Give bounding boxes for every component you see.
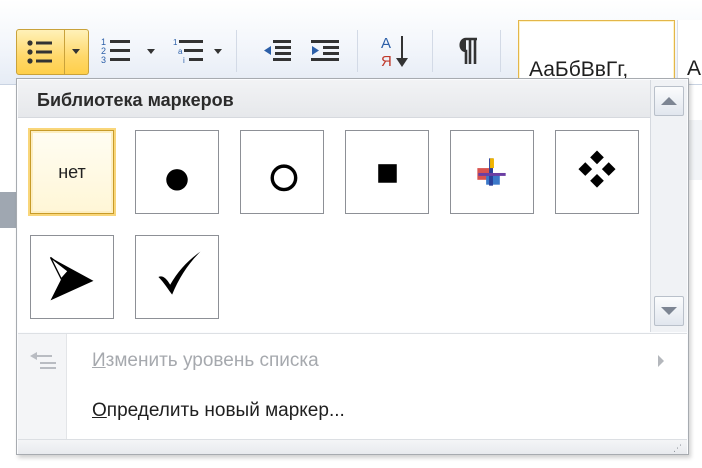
numbering-icon[interactable]: 1 2 3 <box>98 32 134 70</box>
bullet-library-dropdown: Библиотека маркеров нет Изменить уровень… <box>16 78 689 455</box>
numbering-dropdown-arrow[interactable] <box>147 49 155 54</box>
chevron-up-icon <box>661 97 677 105</box>
resize-grip-bar[interactable]: ⋰ <box>18 439 687 454</box>
styles-gallery-next[interactable]: А <box>677 20 702 84</box>
bullets-dropdown-arrow[interactable] <box>65 30 87 74</box>
colored-cross-icon <box>477 158 506 186</box>
ribbon-paragraph-group: 1 2 3 1 a i А Я АаБбВвГг, А <box>0 0 702 86</box>
define-new-bullet-item[interactable]: Определить новый маркер... <box>18 388 687 432</box>
bullets-split-button[interactable] <box>16 29 89 75</box>
svg-text:1: 1 <box>173 38 178 47</box>
styles-gallery-normal[interactable]: АаБбВвГг, <box>518 20 675 86</box>
document-background <box>0 192 16 228</box>
bullet-option-filled-square[interactable] <box>345 130 429 214</box>
bullet-option-checkmark[interactable] <box>135 235 219 319</box>
resize-grip-icon[interactable]: ⋰ <box>673 444 683 453</box>
svg-text:А: А <box>381 35 391 52</box>
svg-text:i: i <box>183 56 185 65</box>
bullet-library-header: Библиотека маркеров <box>18 80 650 118</box>
bullet-option-four-diamonds[interactable] <box>555 130 639 214</box>
multilevel-list-icon[interactable]: 1 a i <box>170 32 210 70</box>
change-list-level-label: Изменить уровень списка <box>92 350 319 371</box>
scroll-down-button[interactable] <box>654 296 684 326</box>
multilevel-dropdown-arrow[interactable] <box>214 49 222 54</box>
hollow-circle-icon <box>270 164 298 192</box>
decrease-indent-icon[interactable] <box>258 32 296 70</box>
styles-preview-next-text: А <box>687 57 702 80</box>
bullet-menu: Изменить уровень списка Определить новый… <box>18 333 687 440</box>
bullet-library-title: Библиотека маркеров <box>37 90 234 110</box>
svg-text:a: a <box>178 47 183 56</box>
checkmark-icon <box>158 251 201 295</box>
bullet-option-arrowhead[interactable] <box>30 235 114 319</box>
show-formatting-marks-icon[interactable] <box>450 32 486 70</box>
arrowhead-icon <box>49 256 94 301</box>
filled-circle-icon <box>166 169 188 191</box>
change-level-icon <box>30 352 56 369</box>
filled-square-icon <box>378 164 397 183</box>
scroll-up-button[interactable] <box>654 86 684 116</box>
submenu-arrow-icon <box>658 355 664 367</box>
bullet-library-gallery: нет <box>18 118 650 332</box>
define-new-bullet-label: Определить новый маркер... <box>92 400 345 421</box>
svg-text:3: 3 <box>101 55 106 65</box>
sort-icon[interactable]: А Я <box>376 30 416 72</box>
bullet-option-colored-cross[interactable] <box>450 130 534 214</box>
gallery-scrollbar[interactable] <box>650 80 687 332</box>
increase-indent-icon[interactable] <box>306 32 344 70</box>
bullet-option-filled-circle[interactable] <box>135 130 219 214</box>
chevron-down-icon <box>661 307 677 315</box>
bullet-option-none[interactable]: нет <box>30 130 114 214</box>
four-diamond-icon <box>578 150 616 188</box>
svg-text:Я: Я <box>381 53 392 69</box>
bullets-icon[interactable] <box>20 34 60 70</box>
change-list-level-item[interactable]: Изменить уровень списка <box>18 338 687 382</box>
bullet-option-none-label: нет <box>58 161 86 182</box>
bullet-option-hollow-circle[interactable] <box>240 130 324 214</box>
